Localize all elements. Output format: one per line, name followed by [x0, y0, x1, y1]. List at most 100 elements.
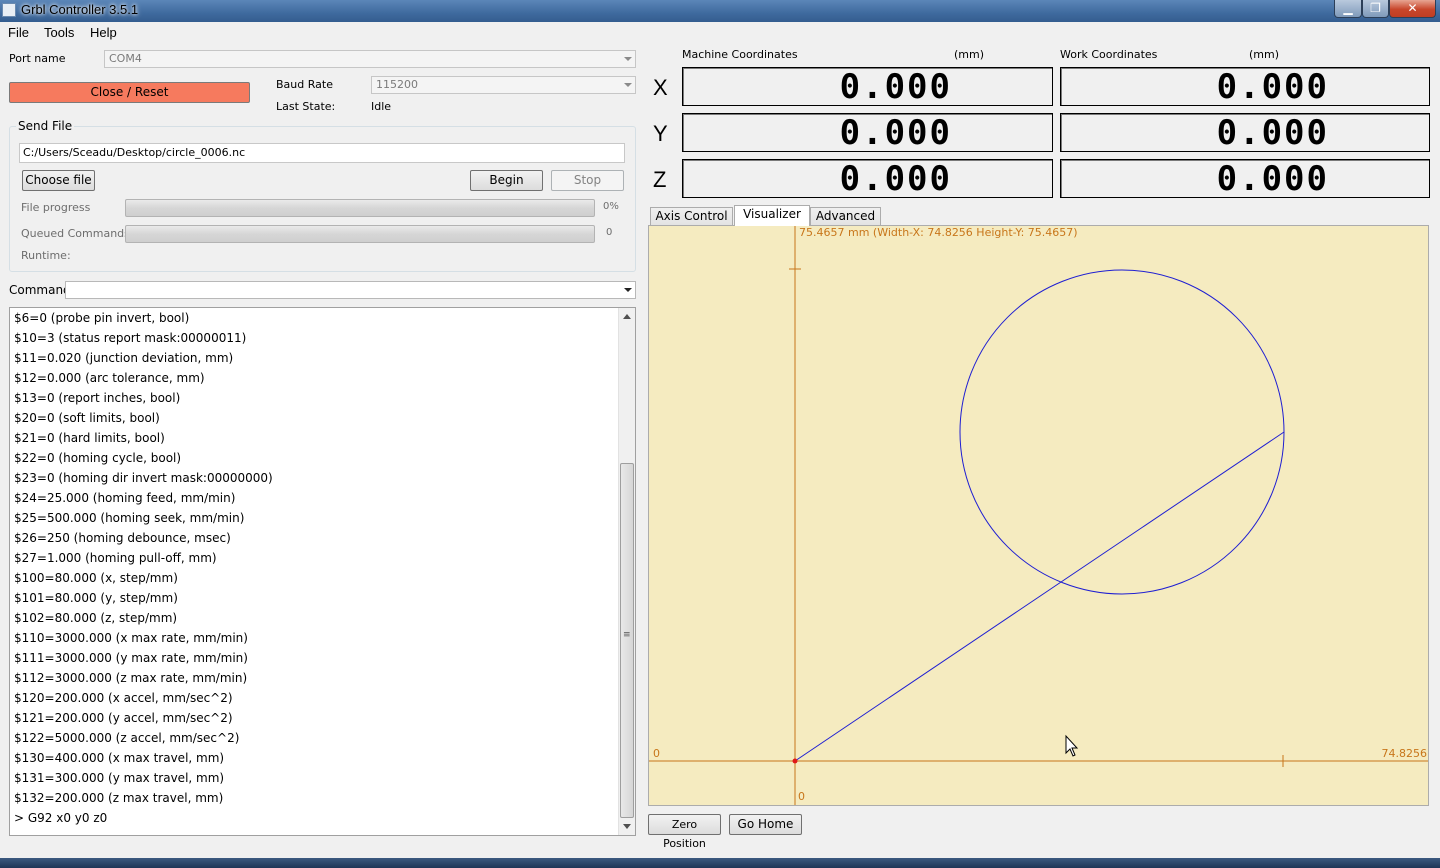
- console-line: $10=3 (status report mask:00000011): [14, 331, 247, 345]
- work-x-display: 0.000: [1060, 67, 1430, 106]
- baud-rate-select[interactable]: 115200: [371, 76, 636, 94]
- tab-visualizer[interactable]: Visualizer: [734, 205, 810, 226]
- file-progress-value: 0%: [603, 201, 619, 212]
- console-line: $25=500.000 (homing seek, mm/min): [14, 511, 245, 525]
- y-min-label: 0: [798, 790, 805, 803]
- console-line: $11=0.020 (junction deviation, mm): [14, 351, 234, 365]
- visualizer-top-label: 75.4657 mm (Width-X: 74.8256 Height-Y: 7…: [799, 226, 1078, 239]
- baud-rate-value: 115200: [376, 78, 418, 91]
- work-coordinates-label: Work Coordinates: [1060, 48, 1158, 61]
- menu-bar: File Tools Help: [0, 22, 1440, 43]
- work-x-value: 0.000: [1216, 67, 1329, 107]
- console-scrollbar[interactable]: ≡: [618, 308, 635, 835]
- menu-tools[interactable]: Tools: [44, 25, 74, 40]
- work-y-value: 0.000: [1216, 113, 1329, 153]
- visualizer-panel[interactable]: 75.4657 mm (Width-X: 74.8256 Height-Y: 7…: [648, 225, 1429, 806]
- work-y-display: 0.000: [1060, 113, 1430, 152]
- command-label: Command: [9, 283, 71, 297]
- console-line: > G92 x0 y0 z0: [14, 811, 108, 825]
- chevron-down-icon: [624, 83, 632, 87]
- file-path-field[interactable]: C:/Users/Sceadu/Desktop/circle_0006.nc: [19, 143, 625, 163]
- console-line: $24=25.000 (homing feed, mm/min): [14, 491, 236, 505]
- console-line: $12=0.000 (arc tolerance, mm): [14, 371, 205, 385]
- machine-z-display: 0.000: [682, 159, 1053, 198]
- console-line: $26=250 (homing debounce, msec): [14, 531, 231, 545]
- title-bar: Grbl Controller 3.5.1 ▁ ❐ ✕: [0, 0, 1440, 22]
- machine-x-display: 0.000: [682, 67, 1053, 106]
- menu-help[interactable]: Help: [90, 25, 117, 40]
- queued-commands-value: 0: [606, 227, 613, 238]
- mouse-cursor-icon: [1065, 734, 1079, 757]
- console-line: $22=0 (homing cycle, bool): [14, 451, 182, 465]
- console-output[interactable]: $6=0 (probe pin invert, bool) $10=3 (stat…: [9, 307, 636, 836]
- toolpath-circle: [959, 269, 1285, 595]
- console-line: $120=200.000 (x accel, mm/sec^2): [14, 691, 233, 705]
- machine-y-value: 0.000: [839, 113, 952, 153]
- choose-file-button[interactable]: Choose file: [22, 170, 95, 191]
- queued-commands-bar: [125, 225, 595, 243]
- last-state-label: Last State:: [276, 100, 336, 113]
- port-name-select[interactable]: COM4: [104, 50, 636, 68]
- console-line: $130=400.000 (x max travel, mm): [14, 751, 225, 765]
- maximize-button[interactable]: ❐: [1362, 0, 1389, 18]
- close-reset-button[interactable]: Close / Reset: [9, 82, 250, 103]
- baud-rate-label: Baud Rate: [276, 78, 333, 91]
- console-line: $27=1.000 (homing pull-off, mm): [14, 551, 217, 565]
- chevron-down-icon: [624, 57, 632, 61]
- minimize-button[interactable]: ▁: [1334, 0, 1362, 18]
- console-line: $23=0 (homing dir invert mask:00000000): [14, 471, 273, 485]
- chevron-down-icon: [624, 288, 632, 292]
- x-max-label: 74.8256: [1382, 747, 1428, 760]
- scroll-up-icon[interactable]: [623, 314, 631, 319]
- last-state-value: Idle: [371, 100, 392, 113]
- runtime-label: Runtime:: [21, 249, 71, 262]
- console-line: $131=300.000 (y max travel, mm): [14, 771, 225, 785]
- port-name-label: Port name: [9, 52, 66, 65]
- file-progress-label: File progress: [21, 201, 91, 214]
- grip-icon: ≡: [623, 630, 631, 640]
- axis-y-label: Y: [653, 121, 668, 146]
- console-line: $102=80.000 (z, step/mm): [14, 611, 178, 625]
- axis-x-label: X: [653, 75, 668, 100]
- machine-z-value: 0.000: [839, 159, 952, 199]
- close-window-button[interactable]: ✕: [1389, 0, 1436, 18]
- machine-coordinates-label: Machine Coordinates: [682, 48, 798, 61]
- x-min-label: 0: [653, 747, 660, 760]
- axis-z-label: Z: [653, 167, 667, 192]
- scroll-down-icon[interactable]: [623, 824, 631, 829]
- console-line: $101=80.000 (y, step/mm): [14, 591, 178, 605]
- console-line: $110=3000.000 (x max rate, mm/min): [14, 631, 248, 645]
- console-line: $111=3000.000 (y max rate, mm/min): [14, 651, 248, 665]
- console-line: $21=0 (hard limits, bool): [14, 431, 165, 445]
- tab-axis-control[interactable]: Axis Control: [650, 207, 733, 225]
- app-icon: [2, 3, 16, 17]
- console-line: $132=200.000 (z max travel, mm): [14, 791, 224, 805]
- console-line: $122=5000.000 (z accel, mm/sec^2): [14, 731, 240, 745]
- menu-file[interactable]: File: [8, 25, 29, 40]
- go-home-button[interactable]: Go Home: [729, 814, 802, 835]
- stop-button[interactable]: Stop: [551, 170, 624, 191]
- machine-y-display: 0.000: [682, 113, 1053, 152]
- console-line: $100=80.000 (x, step/mm): [14, 571, 178, 585]
- queued-commands-label: Queued Commands: [21, 227, 130, 240]
- work-z-display: 0.000: [1060, 159, 1430, 198]
- tab-advanced[interactable]: Advanced: [810, 207, 881, 225]
- send-file-title: Send File: [16, 119, 75, 133]
- begin-button[interactable]: Begin: [470, 170, 543, 191]
- toolpath-rapid-line: [794, 431, 1285, 762]
- zero-position-button[interactable]: Zero Position: [648, 814, 721, 850]
- console-line: $6=0 (probe pin invert, bool): [14, 311, 190, 325]
- machine-unit-label: (mm): [954, 48, 985, 61]
- console-line: $121=200.000 (y accel, mm/sec^2): [14, 711, 233, 725]
- origin-marker: [792, 758, 798, 764]
- console-line: $20=0 (soft limits, bool): [14, 411, 160, 425]
- file-progress-bar: [125, 199, 595, 217]
- command-input[interactable]: [65, 281, 636, 299]
- console-lines: $6=0 (probe pin invert, bool) $10=3 (stat…: [14, 308, 273, 828]
- work-z-value: 0.000: [1216, 159, 1329, 199]
- scroll-thumb[interactable]: [620, 463, 634, 818]
- machine-x-value: 0.000: [839, 67, 952, 107]
- port-name-value: COM4: [109, 52, 142, 65]
- taskbar: [0, 858, 1440, 868]
- work-unit-label: (mm): [1249, 48, 1280, 61]
